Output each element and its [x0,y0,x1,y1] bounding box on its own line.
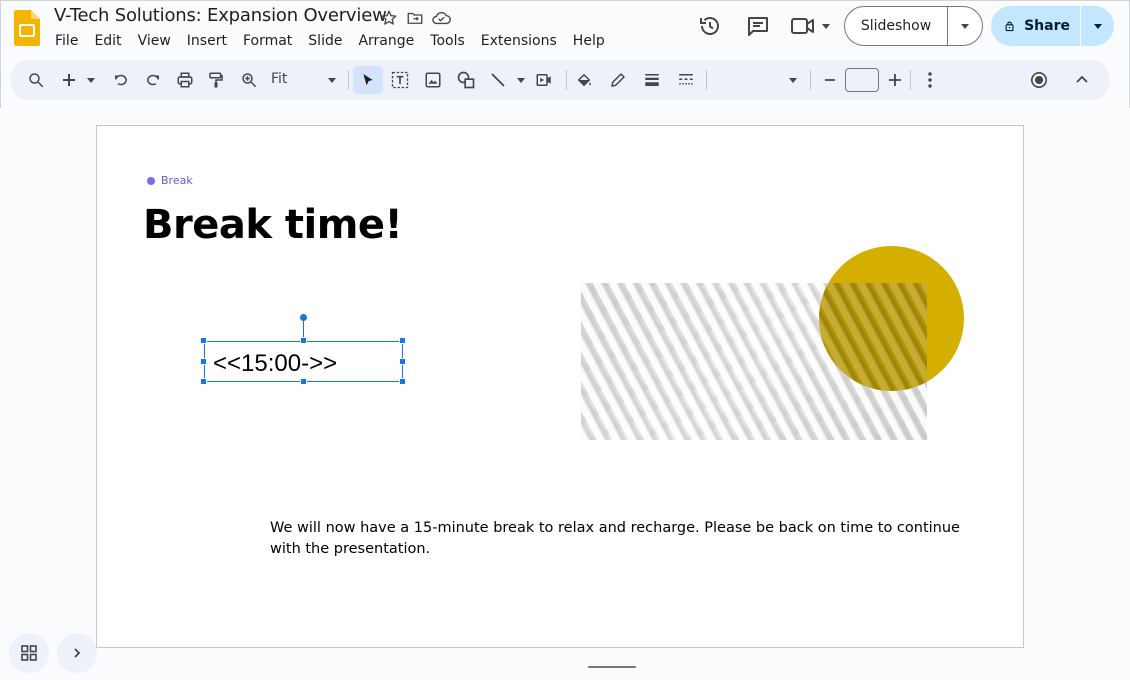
record-icon[interactable] [1027,68,1051,92]
text-box-icon[interactable] [388,68,412,92]
menu-tools[interactable]: Tools [422,31,473,51]
resize-handle-nw[interactable] [200,337,207,344]
grid-icon [21,645,37,661]
font-size-input[interactable] [845,68,879,92]
resize-handle-n[interactable] [300,337,307,344]
toolbar-divider [348,70,349,90]
menu-bar: File Edit View Insert Format Slide Arran… [47,31,613,51]
resize-handle-se[interactable] [399,378,406,385]
resize-handle-ne[interactable] [399,337,406,344]
timer-text-box[interactable]: <<15:00->> [204,341,403,382]
zoom-dropdown[interactable] [326,68,338,92]
menu-view[interactable]: View [130,31,179,51]
toolbar-divider [706,70,707,90]
grid-view-button[interactable] [9,633,49,673]
document-title[interactable]: V-Tech Solutions: Expansion Overview [54,5,387,26]
zoom-icon[interactable] [237,68,261,92]
border-color-icon[interactable] [606,68,630,92]
resize-handle-sw[interactable] [200,378,207,385]
slide-title[interactable]: Break time! [143,202,403,248]
redo-icon[interactable] [141,68,165,92]
chevron-down-icon [789,77,797,83]
image-icon[interactable] [421,68,445,92]
collapse-icon[interactable] [1070,68,1094,92]
line-dropdown[interactable] [515,68,527,92]
toolbar-divider [566,70,567,90]
toolbar-divider [810,70,811,90]
undo-icon[interactable] [109,68,133,92]
slideshow-dropdown[interactable] [948,7,982,45]
share-button[interactable]: Share [991,6,1081,46]
share-dropdown[interactable] [1081,6,1114,46]
menu-edit[interactable]: Edit [86,31,129,51]
menu-slide[interactable]: Slide [300,31,350,51]
minus-icon[interactable] [818,68,842,92]
paint-format-icon[interactable] [204,68,228,92]
tag-dot [147,176,155,185]
version-history-icon[interactable] [690,6,730,46]
menu-help[interactable]: Help [565,31,613,51]
border-dash-icon[interactable] [674,68,698,92]
chevron-right-icon [74,648,81,658]
toolbar-divider [910,70,911,90]
menu-insert[interactable]: Insert [179,31,235,51]
star-icon[interactable] [378,7,400,29]
more-icon[interactable] [918,68,942,92]
timer-text[interactable]: <<15:00->> [213,350,337,378]
chevron-down-icon [517,77,525,83]
font-dropdown[interactable] [787,68,799,92]
resize-handle-e[interactable] [399,358,406,365]
menu-extensions[interactable]: Extensions [473,31,565,51]
search-icon[interactable] [24,68,48,92]
slideshow-button[interactable]: Slideshow [845,7,948,45]
line-icon[interactable] [486,68,510,92]
rotation-handle[interactable] [300,314,307,321]
shape-icon[interactable] [454,68,478,92]
slide[interactable]: Break Break time! <<15:00->> We will now… [96,125,1024,648]
section-tag[interactable]: Break [147,174,193,187]
move-folder-icon[interactable] [404,7,426,29]
meet-button[interactable] [790,15,830,37]
tag-label: Break [161,174,193,187]
slideshow-group: Slideshow [844,6,983,46]
video-icon[interactable] [532,68,556,92]
menu-arrange[interactable]: Arrange [350,31,422,51]
resize-handle-s[interactable] [300,378,307,385]
video-camera-icon [791,18,814,34]
add-icon[interactable] [57,68,81,92]
zoom-select[interactable]: Fit [271,71,287,87]
select-icon[interactable] [353,66,383,94]
chevron-down-icon [1093,23,1102,29]
chevron-down-icon [87,77,95,83]
body-text[interactable]: We will now have a 15-minute break to re… [270,518,970,560]
new-slide-dropdown[interactable] [85,68,97,92]
chevron-down-icon [961,23,969,29]
filmstrip-toggle-button[interactable] [57,633,97,673]
print-icon[interactable] [173,68,197,92]
circle-image-overlap [819,283,927,391]
border-weight-icon[interactable] [640,68,664,92]
menu-format[interactable]: Format [235,31,300,51]
toolbar: Fit [10,60,1110,100]
menu-file[interactable]: File [47,31,86,51]
cloud-saved-icon[interactable] [430,7,452,29]
chevron-down-icon [328,77,336,83]
share-label: Share [1024,18,1070,34]
plus-icon[interactable] [883,68,907,92]
slides-logo-icon[interactable] [14,10,40,46]
resize-handle-w[interactable] [200,358,207,365]
lock-icon [1005,21,1014,32]
chevron-down-icon [822,23,830,29]
speaker-notes-resize-handle[interactable] [588,666,636,668]
comments-icon[interactable] [738,6,778,46]
fill-color-icon[interactable] [572,68,596,92]
share-group: Share [991,6,1114,46]
